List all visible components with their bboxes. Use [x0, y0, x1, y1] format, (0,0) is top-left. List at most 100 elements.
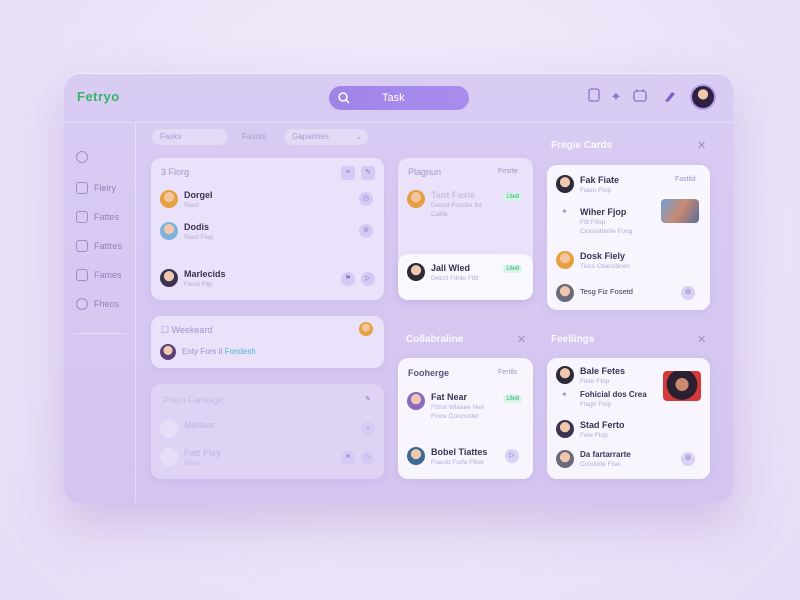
- filter-chip[interactable]: Fasks: [152, 129, 228, 145]
- close-icon[interactable]: ✕: [697, 139, 706, 152]
- flag-icon[interactable]: ⚑: [341, 451, 355, 465]
- sparkle-icon: ✦: [561, 390, 568, 399]
- chevron-down-icon: ⌄: [355, 132, 362, 141]
- sidebar-item-label: Fheos: [94, 299, 120, 309]
- filter-select[interactable]: Gaparines ⌄: [284, 129, 368, 145]
- info-icon[interactable]: ◷: [359, 192, 373, 206]
- list-item[interactable]: Mellaar: [160, 420, 215, 438]
- home-icon: [76, 182, 88, 194]
- grid-icon: [76, 240, 88, 252]
- list-item[interactable]: Bale Fetes Flete Ftop: [556, 366, 625, 385]
- filter-chip[interactable]: Fasnts: [234, 129, 274, 145]
- list-item[interactable]: Fak Fiate Fiaen Ftop: [556, 175, 619, 194]
- sidebar-item-label: Fleiry: [94, 183, 116, 193]
- close-icon[interactable]: ✕: [517, 333, 526, 346]
- list-item[interactable]: Fatt Fley Riest: [160, 448, 221, 467]
- sidebar-divider: [74, 333, 126, 334]
- card-link[interactable]: Fertils: [498, 369, 517, 376]
- sidebar-item-label: Fattes: [94, 212, 120, 222]
- list-item[interactable]: Enty Fors it Fondesh: [160, 344, 256, 360]
- status-badge: 18e8: [503, 193, 523, 201]
- card-link[interactable]: Fastild: [675, 176, 696, 183]
- item-name: Marlecids: [184, 269, 226, 279]
- sidebar-item-fheos[interactable]: Fheos: [76, 296, 119, 312]
- app-logo[interactable]: Fetryo: [77, 89, 120, 104]
- flag-icon[interactable]: ⚑: [341, 272, 355, 286]
- sparkle-icon[interactable]: ✦: [607, 88, 625, 106]
- search-icon: [338, 92, 350, 104]
- item-sub: Fete Ftop: [580, 432, 608, 439]
- item-sub: Ccodinte Fise: [580, 461, 620, 468]
- sidebar-item-fattres[interactable]: Fattres: [76, 238, 122, 254]
- item-name: Dosk Fiely: [580, 251, 626, 261]
- list-item[interactable]: Dorgel Riest: [160, 190, 213, 209]
- list-item[interactable]: ✦ Fohicial dos Crea Flagtr Ftop: [561, 390, 647, 408]
- sidebar-item-fames[interactable]: Fames: [76, 267, 122, 283]
- item-name: Tesg Fiz Fosetd: [580, 287, 633, 296]
- project-card: Prejci Fanasge ✎ Mellaar + Fatt Fley Ries…: [151, 384, 384, 479]
- avatar: [160, 190, 178, 208]
- avatar: [556, 175, 574, 193]
- settings-icon[interactable]: ⚙: [681, 452, 695, 466]
- weekend-card: ☐ Weekeard Enty Fors it Fondesh: [151, 316, 384, 368]
- item-name: Mellaar: [184, 420, 216, 430]
- document-icon[interactable]: [585, 88, 603, 106]
- item-name: Bale Fetes: [580, 366, 626, 376]
- avatar: [160, 344, 176, 360]
- play-icon[interactable]: ▷: [361, 272, 375, 286]
- card-title-text: Weekeard: [171, 325, 213, 335]
- user-avatar[interactable]: [690, 84, 716, 110]
- edit-icon[interactable]: ✎: [361, 166, 375, 180]
- list-item[interactable]: Taot Fasle Decsd Foocke for Catlie: [407, 190, 482, 218]
- play-icon[interactable]: ▷: [361, 451, 375, 465]
- search-bar[interactable]: Task: [329, 86, 469, 110]
- settings-icon[interactable]: ⚙: [681, 286, 695, 300]
- sidebar-item-fleiry[interactable]: Fleiry: [76, 180, 116, 196]
- team-photo: [661, 199, 699, 223]
- top-bar: Fetryo Task ✦: [64, 73, 733, 123]
- sidebar-item-label: Fattres: [94, 241, 123, 251]
- item-sub: Riest: [184, 460, 199, 467]
- list-item[interactable]: Dodis Riest Fiap: [160, 222, 213, 241]
- list-item[interactable]: Marlecids Fiesd Fitp: [160, 269, 226, 288]
- card-title: ☐ Weekeard: [161, 325, 212, 336]
- avatar: [556, 284, 574, 302]
- user-photo: [663, 371, 701, 401]
- calendar-icon: [76, 269, 88, 281]
- sidebar-item-chat[interactable]: [76, 149, 94, 165]
- item-sub: Fiesd Fitp: [184, 281, 213, 288]
- avatar: [160, 448, 178, 466]
- avatar: [407, 190, 425, 208]
- play-icon[interactable]: ▷: [505, 449, 519, 463]
- calendar-icon[interactable]: [631, 88, 649, 106]
- item-link[interactable]: Fondesh: [225, 347, 256, 356]
- link-icon[interactable]: ⊘: [359, 224, 373, 238]
- tasks-card: 3 Fiorg ≡ ✎ Dorgel Riest ◷ Dodis Riest Fia…: [151, 158, 384, 300]
- chat-icon: [76, 151, 88, 163]
- avatar: [160, 269, 178, 287]
- status-badge: 18e8: [503, 265, 523, 273]
- list-item[interactable]: Jall Wled Detcrt Fitnle Fittl: [407, 263, 478, 282]
- card-link[interactable]: Fesrte: [498, 168, 518, 175]
- plan-card-item[interactable]: Jall Wled Detcrt Fitnle Fittl 18e8: [398, 254, 533, 300]
- list-item[interactable]: Da fartarrarte Ccodinte Fise: [556, 450, 631, 468]
- item-sub: Fltnst Wlaaee Nerl: [431, 404, 485, 411]
- edit-icon[interactable]: ✎: [361, 393, 375, 407]
- sidebar-item-fattes[interactable]: Fattes: [76, 209, 119, 225]
- list-item[interactable]: Bobel Tiattes Fiaestt Forfe Ffioe: [407, 447, 487, 466]
- list-item[interactable]: ✦ Wiher Fjop Fitt Fifop Ciocestterlie Foog: [561, 207, 632, 235]
- project-cards-card: Fastild Fak Fiate Fiaen Ftop ✦ Wiher Fjop…: [547, 165, 710, 310]
- close-icon[interactable]: ✕: [697, 333, 706, 346]
- brush-icon[interactable]: [661, 88, 679, 106]
- card-title: Prejci Fanasge: [163, 395, 224, 405]
- list-item[interactable]: Dosk Fiely Tiscs Ctiarodinen: [556, 251, 630, 270]
- list-item[interactable]: Tesg Fiz Fosetd: [556, 284, 633, 302]
- item-name: Stad Ferto: [580, 420, 625, 430]
- item-sub: Detcrt Fitnle Fittl: [431, 275, 479, 282]
- list-item[interactable]: Fat Near Fltnst Wlaaee Nerl Fioce Concorde…: [407, 392, 484, 420]
- list-icon[interactable]: ≡: [341, 166, 355, 180]
- plus-icon[interactable]: +: [361, 422, 375, 436]
- sparkle-icon: ✦: [561, 207, 568, 216]
- list-item[interactable]: Stad Ferto Fete Ftop: [556, 420, 625, 439]
- search-label: Task: [382, 92, 405, 104]
